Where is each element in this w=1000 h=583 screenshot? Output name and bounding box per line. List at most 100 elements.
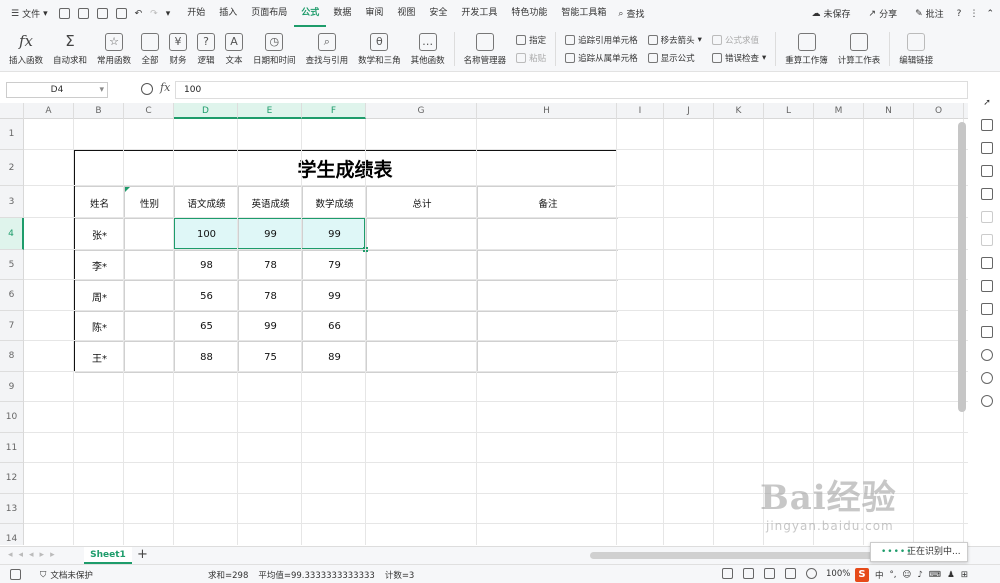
specify-button[interactable]: 指定 xyxy=(516,34,546,46)
table-cell[interactable] xyxy=(125,281,175,312)
table-cell[interactable]: 78 xyxy=(239,281,303,312)
tab-developer[interactable]: 开发工具 xyxy=(454,0,504,27)
normal-view-icon[interactable] xyxy=(722,568,733,579)
punctuation-icon[interactable]: °, xyxy=(890,570,897,580)
tab-smart-toolbox[interactable]: 智能工具箱 xyxy=(554,0,613,27)
keyboard-icon[interactable]: ⌨ xyxy=(929,570,941,580)
horizontal-scrollbar[interactable] xyxy=(590,552,880,559)
find-icon[interactable] xyxy=(981,257,993,269)
trace-precedents-button[interactable]: 追踪引用单元格 xyxy=(565,34,638,46)
table-cell[interactable] xyxy=(478,219,618,251)
row-header-13[interactable]: 13 xyxy=(0,494,24,524)
table-cell[interactable] xyxy=(125,342,175,373)
comment-marker-icon[interactable] xyxy=(125,187,130,192)
row-header-1[interactable]: 1 xyxy=(0,119,24,150)
calc-sheet-button[interactable]: 计算工作表 xyxy=(833,29,886,69)
table-cell[interactable] xyxy=(125,219,175,251)
table-cell[interactable]: 陈* xyxy=(75,312,125,342)
table-cell[interactable]: 99 xyxy=(303,219,367,251)
text-functions-button[interactable]: A 文本 xyxy=(220,29,248,69)
row-header-7[interactable]: 7 xyxy=(0,311,24,341)
table-cell[interactable]: 56 xyxy=(175,281,239,312)
customize-icon[interactable]: ▾ xyxy=(166,9,171,19)
table-cell[interactable]: 88 xyxy=(175,342,239,373)
column-header-h[interactable]: H xyxy=(477,103,617,119)
unsaved-status[interactable]: ☁ 未保存 xyxy=(807,7,856,21)
column-header-d[interactable]: D xyxy=(174,103,238,119)
tab-review[interactable]: 审阅 xyxy=(358,0,390,27)
preview-icon[interactable] xyxy=(115,8,127,19)
tab-home[interactable]: 开始 xyxy=(180,0,212,27)
table-cell[interactable]: 王* xyxy=(75,342,125,373)
table-cell[interactable]: 99 xyxy=(239,312,303,342)
ime-apps-icon[interactable]: ⊞ xyxy=(961,570,968,580)
row-header-14[interactable]: 14 xyxy=(0,524,24,545)
table-cell[interactable]: 100 xyxy=(175,219,239,251)
undo-icon[interactable]: ↶ xyxy=(135,9,143,19)
microphone-icon[interactable]: ♪ xyxy=(917,570,922,580)
table-cell[interactable] xyxy=(367,342,478,373)
row-header-9[interactable]: 9 xyxy=(0,372,24,402)
table-cell[interactable] xyxy=(367,219,478,251)
search-button[interactable]: ⌕ 查找 xyxy=(613,7,649,21)
help-icon[interactable]: ? xyxy=(957,9,962,19)
status-settings-icon[interactable] xyxy=(10,569,21,580)
table-cell[interactable] xyxy=(367,281,478,312)
column-header-n[interactable]: N xyxy=(864,103,914,119)
table-cell[interactable] xyxy=(478,312,618,342)
table-cell[interactable]: 66 xyxy=(303,312,367,342)
column-header-e[interactable]: E xyxy=(238,103,302,119)
evaluate-formula-button[interactable]: 公式求值 xyxy=(711,34,766,46)
table-cell[interactable] xyxy=(367,312,478,342)
column-header-o[interactable]: O xyxy=(914,103,964,119)
column-header-b[interactable]: B xyxy=(74,103,124,119)
column-header-g[interactable]: G xyxy=(366,103,477,119)
redo-icon[interactable]: ↷ xyxy=(150,9,158,19)
page-break-icon[interactable] xyxy=(764,568,775,579)
comment-panel-icon[interactable] xyxy=(981,234,993,246)
logic-button[interactable]: ? 逻辑 xyxy=(192,29,220,69)
zoom-level[interactable]: 100% xyxy=(826,569,850,579)
math-button[interactable]: θ 数学和三角 xyxy=(353,29,406,69)
table-cell[interactable]: 李* xyxy=(75,251,125,281)
show-formulas-button[interactable]: 显示公式 xyxy=(647,52,702,64)
shapes-icon[interactable] xyxy=(981,119,993,131)
header-cell[interactable]: 英语成绩 xyxy=(239,187,303,219)
archive-icon[interactable] xyxy=(981,303,993,315)
cursor-icon[interactable]: ➚ xyxy=(983,98,991,108)
share-panel-icon[interactable] xyxy=(981,280,993,292)
row-header-3[interactable]: 3 xyxy=(0,186,24,218)
select-all-corner[interactable] xyxy=(0,103,24,119)
table-cell[interactable]: 99 xyxy=(303,281,367,312)
fx-icon[interactable]: fx xyxy=(160,81,170,94)
header-cell[interactable]: 总计 xyxy=(367,187,478,219)
header-cell[interactable]: 备注 xyxy=(478,187,618,219)
chinese-mode-icon[interactable]: 中 xyxy=(875,569,884,581)
history-icon[interactable] xyxy=(981,372,993,384)
table-icon[interactable] xyxy=(981,142,993,154)
name-manager-button[interactable]: 名称管理器 xyxy=(459,29,512,69)
share-button[interactable]: ↗ 分享 xyxy=(864,7,903,21)
row-header-10[interactable]: 10 xyxy=(0,402,24,433)
row-header-2[interactable]: 2 xyxy=(0,150,24,186)
other-functions-button[interactable]: … 其他函数 xyxy=(406,29,450,69)
table-cell[interactable] xyxy=(478,281,618,312)
column-header-k[interactable]: K xyxy=(714,103,764,119)
tab-insert[interactable]: 插入 xyxy=(212,0,244,27)
tab-security[interactable]: 安全 xyxy=(422,0,454,27)
header-cell[interactable]: 数学成绩 xyxy=(303,187,367,219)
sheet-tab[interactable]: Sheet1 xyxy=(84,547,132,564)
page-view-icon[interactable] xyxy=(743,568,754,579)
error-check-button[interactable]: 错误检查 ▾ xyxy=(711,52,766,64)
row-header-8[interactable]: 8 xyxy=(0,341,24,372)
tab-data[interactable]: 数据 xyxy=(326,0,358,27)
column-header-c[interactable]: C xyxy=(124,103,174,119)
list-icon[interactable] xyxy=(981,211,993,223)
column-header-l[interactable]: L xyxy=(764,103,814,119)
lookup-button[interactable]: ⌕ 查找与引用 xyxy=(301,29,354,69)
comment-button[interactable]: ✎ 批注 xyxy=(910,7,949,21)
table-cell[interactable] xyxy=(125,251,175,281)
header-cell[interactable]: 姓名 xyxy=(75,187,125,219)
recalc-workbook-button[interactable]: 重算工作簿 xyxy=(780,29,833,69)
datetime-button[interactable]: ◷ 日期和时间 xyxy=(248,29,301,69)
